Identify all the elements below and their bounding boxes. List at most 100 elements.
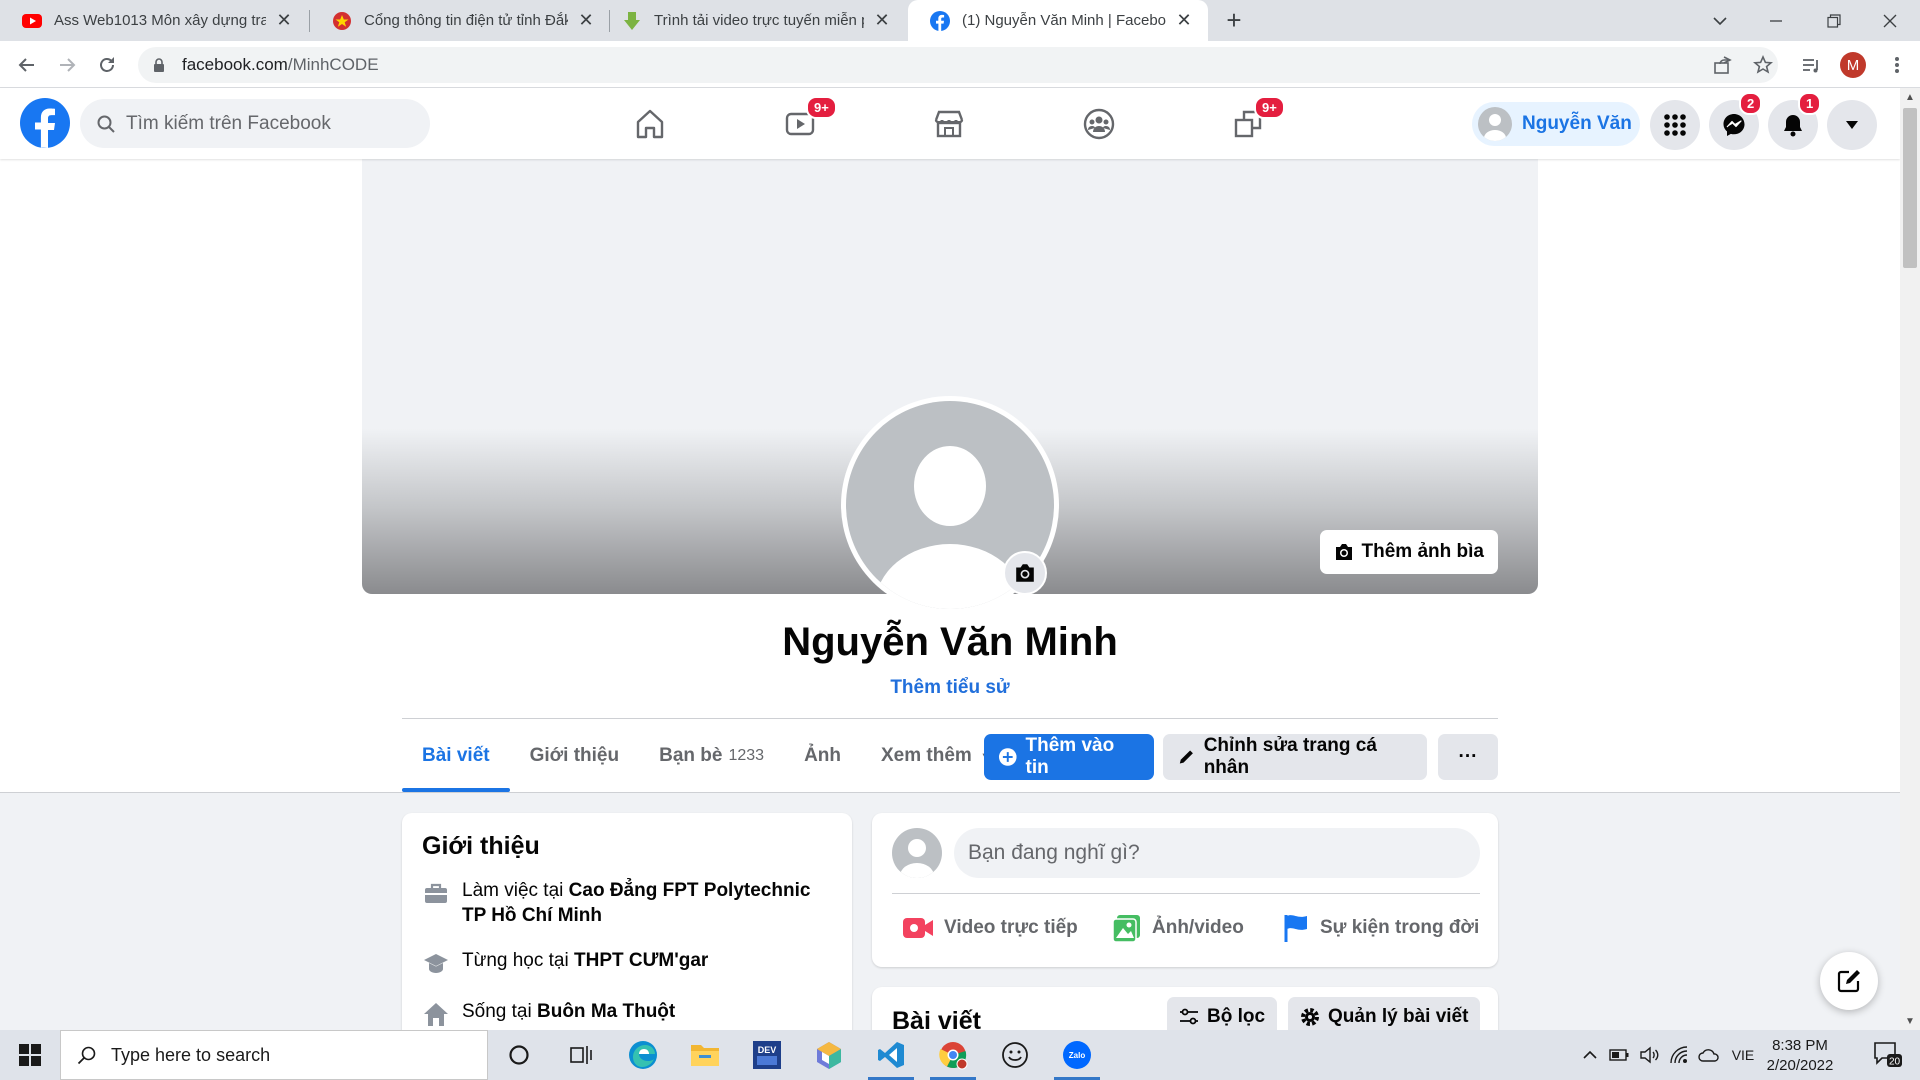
user-first-name: Nguyễn Văn (1522, 113, 1632, 134)
browser-tab-active[interactable]: (1) Nguyễn Văn Minh | Facebook ✕ (908, 0, 1208, 41)
battery-icon[interactable] (1606, 1030, 1632, 1080)
minimize-button[interactable] (1748, 0, 1804, 41)
notifications-badge: 1 (1798, 92, 1822, 115)
cortana-button[interactable] (488, 1030, 550, 1080)
new-message-button[interactable] (1820, 952, 1878, 1010)
address-bar[interactable]: facebook.com/MinhCODE (138, 47, 1778, 83)
caret-down-icon (1846, 121, 1858, 129)
share-icon[interactable] (1710, 52, 1736, 78)
gaming-badge: 9+ (1254, 96, 1285, 119)
tab-about[interactable]: Giới thiệu (510, 720, 640, 792)
scrollbar-thumb[interactable] (1903, 108, 1917, 268)
filter-sliders-icon (1180, 1008, 1198, 1025)
tab-label: Bài viết (422, 745, 490, 766)
taskbar-app-3d-cube[interactable] (798, 1030, 860, 1080)
account-button[interactable] (1827, 100, 1877, 150)
restore-button[interactable] (1806, 0, 1862, 41)
avatar[interactable] (892, 828, 942, 878)
government-emblem-icon (333, 11, 351, 30)
volume-icon[interactable] (1636, 1030, 1662, 1080)
nav-home[interactable] (594, 98, 706, 150)
photo-video-button[interactable]: Ảnh/video (1112, 903, 1244, 953)
camera-icon (1335, 544, 1352, 560)
new-tab-button[interactable]: + (1220, 7, 1248, 35)
nav-gaming[interactable]: 9+ (1192, 96, 1304, 150)
show-hidden-icons-button[interactable] (1578, 1030, 1602, 1080)
tab-label: Ảnh (804, 745, 841, 766)
tab-label: Xem thêm (881, 745, 972, 766)
bookmark-star-icon[interactable] (1750, 52, 1776, 78)
friend-count: 1233 (728, 747, 765, 764)
scroll-up-arrow[interactable]: ▲ (1900, 88, 1920, 106)
page-scrollbar[interactable]: ▲ ▼ (1900, 88, 1920, 1030)
taskbar-app-edge[interactable] (612, 1030, 674, 1080)
notifications-button[interactable]: 1 (1768, 92, 1822, 150)
nav-marketplace[interactable] (893, 98, 1005, 150)
add-cover-button[interactable]: Thêm ảnh bìa (1319, 530, 1498, 574)
close-tab-icon[interactable]: ✕ (870, 9, 894, 33)
back-button[interactable] (12, 50, 42, 80)
facebook-search[interactable] (80, 99, 430, 148)
composer-input[interactable]: Bạn đang nghĩ gì? (954, 828, 1480, 878)
edit-profile-button[interactable]: Chỉnh sửa trang cá nhân (1163, 734, 1427, 780)
intro-location: Sống tại Buôn Ma Thuột (422, 999, 832, 1028)
tab-photos[interactable]: Ảnh (784, 720, 861, 792)
close-tab-icon[interactable]: ✕ (1172, 9, 1196, 33)
browser-tab[interactable]: Trình tải video trực tuyến miễn phí ✕ (600, 0, 906, 41)
update-profile-picture-button[interactable] (1003, 551, 1047, 595)
messenger-button[interactable]: 2 (1709, 92, 1763, 150)
menu-button[interactable] (1650, 100, 1700, 150)
close-tab-icon[interactable]: ✕ (272, 9, 296, 33)
add-to-story-button[interactable]: Thêm vào tin (984, 734, 1154, 780)
close-window-button[interactable] (1862, 0, 1918, 41)
action-center-button[interactable]: 20 (1866, 1030, 1910, 1080)
nav-groups[interactable] (1043, 98, 1155, 150)
intro-school[interactable]: THPT CƯM'gar (574, 950, 708, 971)
taskbar-app-dev-cpp[interactable]: DEV (736, 1030, 798, 1080)
facebook-logo-icon[interactable] (20, 98, 70, 148)
onedrive-cloud-icon[interactable] (1696, 1030, 1722, 1080)
clock[interactable]: 8:38 PM 2/20/2022 (1760, 1036, 1840, 1076)
tab-label: Giới thiệu (529, 745, 620, 766)
forward-button[interactable] (52, 50, 82, 80)
taskbar-app-vscode[interactable] (860, 1030, 922, 1080)
profile-shortcut[interactable]: Nguyễn Văn (1472, 102, 1640, 146)
task-view-button[interactable] (550, 1030, 612, 1080)
profile-picture[interactable] (841, 396, 1059, 614)
intro-city[interactable]: Buôn Ma Thuột (537, 1001, 675, 1022)
close-tab-icon[interactable]: ✕ (574, 9, 598, 33)
tab-posts[interactable]: Bài viết (402, 720, 510, 792)
nav-watch[interactable]: 9+ (744, 96, 856, 150)
life-event-button[interactable]: Sự kiện trong đời (1282, 903, 1479, 953)
profile-header: Thêm ảnh bìa Nguyễn Văn Minh Thêm tiểu s… (0, 159, 1900, 793)
folder-icon (691, 1045, 719, 1066)
taskbar-app-file-explorer[interactable] (674, 1030, 736, 1080)
start-button[interactable] (0, 1030, 60, 1080)
tab-search-icon[interactable] (1692, 0, 1748, 41)
add-bio-link[interactable]: Thêm tiểu sử (0, 677, 1900, 699)
tab-label: Bạn bè (659, 745, 723, 766)
media-control-icon[interactable] (1798, 52, 1824, 78)
gear-icon (1301, 1008, 1319, 1026)
chrome-icon (939, 1042, 968, 1070)
cortana-circle-icon (509, 1045, 529, 1065)
reload-button[interactable] (92, 50, 122, 80)
groups-icon (1083, 108, 1115, 140)
taskbar-app-chrome[interactable] (922, 1030, 984, 1080)
download-arrow-icon (624, 11, 640, 30)
wifi-icon[interactable] (1666, 1030, 1692, 1080)
browser-tab[interactable]: Ass Web1013 Môn xây dựng trang web ✕ (0, 0, 308, 41)
taskbar-search[interactable]: Type here to search (60, 1030, 488, 1080)
live-video-button[interactable]: Video trực tiếp (902, 903, 1078, 953)
search-input[interactable] (126, 112, 406, 135)
clock-date: 2/20/2022 (1766, 1057, 1834, 1074)
taskbar-app-emoji[interactable] (984, 1030, 1046, 1080)
tab-friends[interactable]: Bạn bè 1233 (639, 720, 784, 792)
taskbar-app-zalo[interactable]: Zalo (1046, 1030, 1108, 1080)
scroll-down-arrow[interactable]: ▼ (1900, 1012, 1920, 1030)
browser-profile-avatar[interactable]: M (1840, 52, 1866, 78)
more-options-button[interactable]: ··· (1438, 734, 1498, 780)
input-language-indicator[interactable]: VIE (1726, 1030, 1760, 1080)
browser-tab[interactable]: Cổng thông tin điện tử tỉnh Đắk Lắk ✕ (310, 0, 610, 41)
kebab-menu-icon[interactable] (1884, 52, 1910, 78)
